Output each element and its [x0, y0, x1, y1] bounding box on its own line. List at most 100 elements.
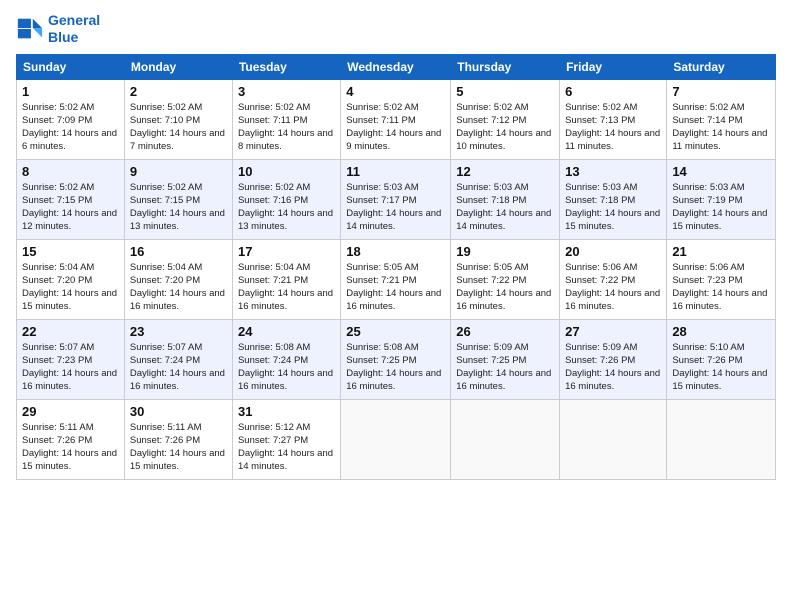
weekday-header: Saturday — [667, 54, 776, 79]
page: General Blue SundayMondayTuesdayWednesda… — [0, 0, 792, 612]
day-number: 31 — [238, 404, 335, 419]
calendar-cell: 9 Sunrise: 5:02 AM Sunset: 7:15 PM Dayli… — [124, 159, 232, 239]
day-number: 10 — [238, 164, 335, 179]
calendar-row: 29 Sunrise: 5:11 AM Sunset: 7:26 PM Dayl… — [17, 399, 776, 479]
day-number: 2 — [130, 84, 227, 99]
day-number: 4 — [346, 84, 445, 99]
day-info: Sunrise: 5:02 AM Sunset: 7:09 PM Dayligh… — [22, 101, 119, 154]
logo: General Blue — [16, 12, 100, 46]
day-number: 15 — [22, 244, 119, 259]
weekday-header: Friday — [560, 54, 667, 79]
day-info: Sunrise: 5:02 AM Sunset: 7:12 PM Dayligh… — [456, 101, 554, 154]
calendar-cell: 20 Sunrise: 5:06 AM Sunset: 7:22 PM Dayl… — [560, 239, 667, 319]
day-info: Sunrise: 5:02 AM Sunset: 7:11 PM Dayligh… — [238, 101, 335, 154]
day-number: 6 — [565, 84, 661, 99]
day-number: 27 — [565, 324, 661, 339]
weekday-header: Wednesday — [341, 54, 451, 79]
weekday-header-row: SundayMondayTuesdayWednesdayThursdayFrid… — [17, 54, 776, 79]
calendar-cell — [341, 399, 451, 479]
day-info: Sunrise: 5:03 AM Sunset: 7:18 PM Dayligh… — [456, 181, 554, 234]
day-number: 29 — [22, 404, 119, 419]
day-info: Sunrise: 5:02 AM Sunset: 7:13 PM Dayligh… — [565, 101, 661, 154]
day-number: 8 — [22, 164, 119, 179]
logo-icon — [16, 15, 44, 43]
calendar-cell: 30 Sunrise: 5:11 AM Sunset: 7:26 PM Dayl… — [124, 399, 232, 479]
day-number: 13 — [565, 164, 661, 179]
calendar-cell: 27 Sunrise: 5:09 AM Sunset: 7:26 PM Dayl… — [560, 319, 667, 399]
day-number: 21 — [672, 244, 770, 259]
calendar-cell: 13 Sunrise: 5:03 AM Sunset: 7:18 PM Dayl… — [560, 159, 667, 239]
day-number: 23 — [130, 324, 227, 339]
calendar-cell: 6 Sunrise: 5:02 AM Sunset: 7:13 PM Dayli… — [560, 79, 667, 159]
calendar-row: 8 Sunrise: 5:02 AM Sunset: 7:15 PM Dayli… — [17, 159, 776, 239]
day-info: Sunrise: 5:02 AM Sunset: 7:15 PM Dayligh… — [130, 181, 227, 234]
day-info: Sunrise: 5:11 AM Sunset: 7:26 PM Dayligh… — [22, 421, 119, 474]
calendar-cell: 22 Sunrise: 5:07 AM Sunset: 7:23 PM Dayl… — [17, 319, 125, 399]
day-info: Sunrise: 5:04 AM Sunset: 7:20 PM Dayligh… — [130, 261, 227, 314]
day-number: 18 — [346, 244, 445, 259]
day-number: 30 — [130, 404, 227, 419]
calendar-cell — [560, 399, 667, 479]
day-info: Sunrise: 5:08 AM Sunset: 7:25 PM Dayligh… — [346, 341, 445, 394]
calendar-cell: 19 Sunrise: 5:05 AM Sunset: 7:22 PM Dayl… — [451, 239, 560, 319]
day-number: 26 — [456, 324, 554, 339]
day-number: 20 — [565, 244, 661, 259]
calendar-cell: 28 Sunrise: 5:10 AM Sunset: 7:26 PM Dayl… — [667, 319, 776, 399]
day-info: Sunrise: 5:09 AM Sunset: 7:25 PM Dayligh… — [456, 341, 554, 394]
calendar-row: 1 Sunrise: 5:02 AM Sunset: 7:09 PM Dayli… — [17, 79, 776, 159]
calendar-cell: 4 Sunrise: 5:02 AM Sunset: 7:11 PM Dayli… — [341, 79, 451, 159]
day-number: 3 — [238, 84, 335, 99]
day-info: Sunrise: 5:07 AM Sunset: 7:24 PM Dayligh… — [130, 341, 227, 394]
day-info: Sunrise: 5:04 AM Sunset: 7:20 PM Dayligh… — [22, 261, 119, 314]
calendar-cell: 18 Sunrise: 5:05 AM Sunset: 7:21 PM Dayl… — [341, 239, 451, 319]
calendar-row: 22 Sunrise: 5:07 AM Sunset: 7:23 PM Dayl… — [17, 319, 776, 399]
calendar-cell — [451, 399, 560, 479]
calendar-cell: 3 Sunrise: 5:02 AM Sunset: 7:11 PM Dayli… — [232, 79, 340, 159]
day-info: Sunrise: 5:04 AM Sunset: 7:21 PM Dayligh… — [238, 261, 335, 314]
day-number: 25 — [346, 324, 445, 339]
calendar-cell: 5 Sunrise: 5:02 AM Sunset: 7:12 PM Dayli… — [451, 79, 560, 159]
calendar-cell: 14 Sunrise: 5:03 AM Sunset: 7:19 PM Dayl… — [667, 159, 776, 239]
calendar-table: SundayMondayTuesdayWednesdayThursdayFrid… — [16, 54, 776, 480]
weekday-header: Monday — [124, 54, 232, 79]
calendar-cell: 16 Sunrise: 5:04 AM Sunset: 7:20 PM Dayl… — [124, 239, 232, 319]
day-info: Sunrise: 5:02 AM Sunset: 7:10 PM Dayligh… — [130, 101, 227, 154]
calendar-cell: 7 Sunrise: 5:02 AM Sunset: 7:14 PM Dayli… — [667, 79, 776, 159]
day-number: 9 — [130, 164, 227, 179]
day-number: 22 — [22, 324, 119, 339]
day-info: Sunrise: 5:09 AM Sunset: 7:26 PM Dayligh… — [565, 341, 661, 394]
calendar-cell — [667, 399, 776, 479]
day-info: Sunrise: 5:10 AM Sunset: 7:26 PM Dayligh… — [672, 341, 770, 394]
calendar-cell: 29 Sunrise: 5:11 AM Sunset: 7:26 PM Dayl… — [17, 399, 125, 479]
weekday-header: Sunday — [17, 54, 125, 79]
day-info: Sunrise: 5:02 AM Sunset: 7:15 PM Dayligh… — [22, 181, 119, 234]
calendar-cell: 21 Sunrise: 5:06 AM Sunset: 7:23 PM Dayl… — [667, 239, 776, 319]
calendar-cell: 25 Sunrise: 5:08 AM Sunset: 7:25 PM Dayl… — [341, 319, 451, 399]
day-info: Sunrise: 5:03 AM Sunset: 7:18 PM Dayligh… — [565, 181, 661, 234]
day-number: 16 — [130, 244, 227, 259]
day-number: 12 — [456, 164, 554, 179]
day-number: 17 — [238, 244, 335, 259]
weekday-header: Thursday — [451, 54, 560, 79]
day-number: 7 — [672, 84, 770, 99]
day-number: 1 — [22, 84, 119, 99]
day-number: 24 — [238, 324, 335, 339]
calendar-cell: 12 Sunrise: 5:03 AM Sunset: 7:18 PM Dayl… — [451, 159, 560, 239]
calendar-cell: 24 Sunrise: 5:08 AM Sunset: 7:24 PM Dayl… — [232, 319, 340, 399]
calendar-row: 15 Sunrise: 5:04 AM Sunset: 7:20 PM Dayl… — [17, 239, 776, 319]
day-info: Sunrise: 5:11 AM Sunset: 7:26 PM Dayligh… — [130, 421, 227, 474]
calendar-cell: 26 Sunrise: 5:09 AM Sunset: 7:25 PM Dayl… — [451, 319, 560, 399]
day-info: Sunrise: 5:07 AM Sunset: 7:23 PM Dayligh… — [22, 341, 119, 394]
calendar-cell: 17 Sunrise: 5:04 AM Sunset: 7:21 PM Dayl… — [232, 239, 340, 319]
calendar-cell: 2 Sunrise: 5:02 AM Sunset: 7:10 PM Dayli… — [124, 79, 232, 159]
day-info: Sunrise: 5:03 AM Sunset: 7:17 PM Dayligh… — [346, 181, 445, 234]
day-info: Sunrise: 5:08 AM Sunset: 7:24 PM Dayligh… — [238, 341, 335, 394]
day-number: 14 — [672, 164, 770, 179]
day-number: 28 — [672, 324, 770, 339]
day-info: Sunrise: 5:02 AM Sunset: 7:14 PM Dayligh… — [672, 101, 770, 154]
calendar-cell: 1 Sunrise: 5:02 AM Sunset: 7:09 PM Dayli… — [17, 79, 125, 159]
calendar-cell: 8 Sunrise: 5:02 AM Sunset: 7:15 PM Dayli… — [17, 159, 125, 239]
day-info: Sunrise: 5:12 AM Sunset: 7:27 PM Dayligh… — [238, 421, 335, 474]
day-number: 11 — [346, 164, 445, 179]
day-info: Sunrise: 5:02 AM Sunset: 7:16 PM Dayligh… — [238, 181, 335, 234]
